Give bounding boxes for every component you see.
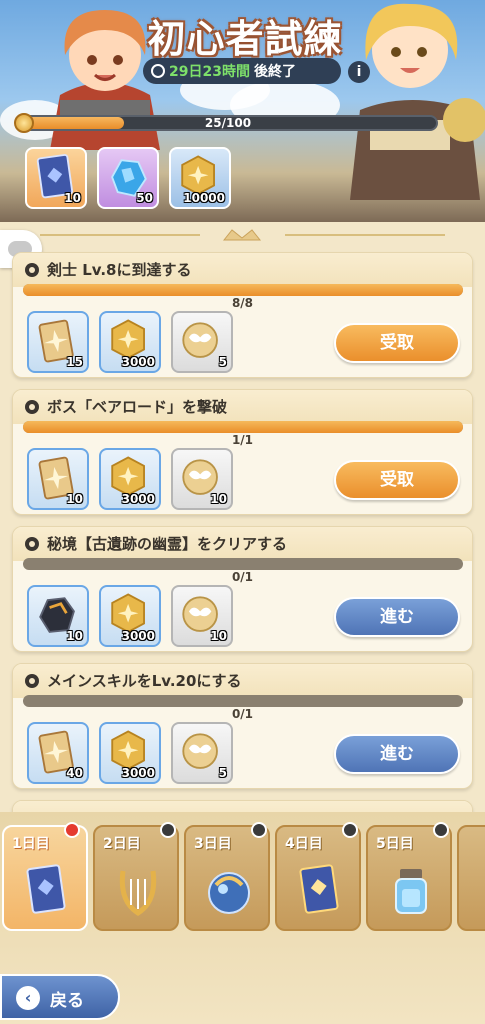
potion-icon — [395, 869, 427, 914]
reward-count: 40 — [66, 766, 83, 780]
quest-progress-bar — [23, 558, 463, 570]
go-button[interactable]: 進む — [334, 734, 460, 774]
card-icon — [26, 864, 66, 914]
lyre-icon — [119, 870, 157, 916]
event-title: 初心者試練 — [147, 16, 343, 61]
tab-day-5[interactable]: 5日目 — [366, 825, 452, 931]
tab-day-next[interactable] — [457, 825, 485, 931]
section-divider — [0, 222, 485, 248]
quest-progress-text: 8/8 — [231, 296, 254, 310]
reward-count: 10000 — [183, 191, 225, 205]
quest-header: 剣士 Lv.8に到達する — [13, 253, 472, 287]
quest-progress-text: 1/1 — [231, 433, 254, 447]
quest-header: メインスキルをLv.20にする — [13, 664, 472, 698]
quest-card: メインスキルをLv.20にする 0/1 40 3000 5 進む — [12, 663, 473, 789]
claim-button[interactable]: 受取 — [334, 460, 460, 500]
reward-count: 10 — [64, 191, 81, 205]
quest-title: ボス「ベアロード」を撃破 — [47, 398, 228, 416]
info-icon[interactable]: i — [348, 61, 370, 83]
reward-count: 5 — [218, 766, 227, 780]
quest-reward[interactable]: 10 — [171, 585, 233, 647]
quest-title: 秘境【古遺跡の幽霊】をクリアする — [47, 535, 288, 553]
quest-card: ボス「ベアロード」を撃破 1/1 10 3000 10 受取 — [12, 389, 473, 515]
back-arrow-icon: ‹ — [16, 986, 40, 1010]
lock-icon — [160, 822, 176, 838]
quest-reward[interactable]: 3000 — [99, 585, 161, 647]
orb-icon — [208, 872, 250, 914]
notification-badge — [64, 822, 80, 838]
reward-count: 10 — [210, 492, 227, 506]
tab-label: 3日目 — [194, 836, 232, 852]
quest-header: 秘境【古遺跡の幽霊】をクリアする — [13, 527, 472, 561]
event-timer: 29日23時間 後終了 — [143, 58, 341, 84]
top-reward-coin[interactable]: 10000 — [169, 147, 231, 209]
quest-reward[interactable]: 10 — [171, 448, 233, 510]
tab-label: 4日目 — [285, 836, 323, 852]
reward-count: 10 — [66, 629, 83, 643]
quest-progress-bar — [23, 695, 463, 707]
quest-header: ボス「ベアロード」を撃破 — [13, 390, 472, 424]
quest-reward[interactable]: 40 — [27, 722, 89, 784]
quest-reward[interactable]: 15 — [27, 311, 89, 373]
tab-label: 2日目 — [103, 836, 141, 852]
quest-reward[interactable]: 10 — [27, 448, 89, 510]
clock-icon — [151, 64, 165, 78]
reward-count: 3000 — [121, 629, 155, 643]
quest-card: 剣士 Lv.8に到達する 8/8 15 3000 5 受取 — [12, 252, 473, 378]
tab-day-4[interactable]: 4日目 — [275, 825, 361, 931]
quest-type-icon — [25, 400, 39, 414]
top-reward-card[interactable]: 10 — [25, 147, 87, 209]
quest-reward[interactable]: 10 — [27, 585, 89, 647]
tab-day-3[interactable]: 3日目 — [184, 825, 270, 931]
tab-label: 5日目 — [376, 836, 414, 852]
go-button[interactable]: 進む — [334, 597, 460, 637]
reward-count: 10 — [66, 492, 83, 506]
quest-type-icon — [25, 537, 39, 551]
reward-count: 15 — [66, 355, 83, 369]
event-progress-bar: 25/100 — [14, 113, 438, 133]
event-progress-text: 25/100 — [204, 116, 252, 130]
timer-remaining: 29日23時間 — [169, 64, 250, 80]
quest-type-icon — [25, 674, 39, 688]
reward-count: 3000 — [121, 355, 155, 369]
lock-icon — [251, 822, 267, 838]
quest-type-icon — [25, 263, 39, 277]
lock-icon — [433, 822, 449, 838]
timer-suffix: 後終了 — [253, 64, 296, 80]
quest-reward[interactable]: 3000 — [99, 448, 161, 510]
tab-day-1[interactable]: 1日目 — [2, 825, 88, 931]
back-label: 戻る — [50, 991, 84, 1011]
quest-card: 秘境【古遺跡の幽霊】をクリアする 0/1 10 3000 10 進む — [12, 526, 473, 652]
tab-label: 1日目 — [12, 836, 50, 852]
quest-progress-bar — [23, 421, 463, 433]
crest-ornament-icon — [222, 229, 262, 241]
reward-count: 5 — [218, 355, 227, 369]
quest-progress-bar — [23, 284, 463, 296]
reward-count: 3000 — [121, 766, 155, 780]
claim-button[interactable]: 受取 — [334, 323, 460, 363]
top-reward-crystal[interactable]: 50 — [97, 147, 159, 209]
quest-reward[interactable]: 5 — [171, 311, 233, 373]
event-banner: 初心者試練 29日23時間 後終了 i 25/100 10 50 10000 — [0, 0, 485, 222]
quest-reward[interactable]: 3000 — [99, 722, 161, 784]
quest-reward[interactable]: 3000 — [99, 311, 161, 373]
card-icon — [299, 864, 339, 914]
quest-progress-text: 0/1 — [231, 570, 254, 584]
reward-count: 3000 — [121, 492, 155, 506]
reward-count: 10 — [210, 629, 227, 643]
quest-reward[interactable]: 5 — [171, 722, 233, 784]
lock-icon — [342, 822, 358, 838]
back-button[interactable]: ‹ 戻る — [0, 974, 120, 1020]
tab-day-2[interactable]: 2日目 — [93, 825, 179, 931]
quest-progress-text: 0/1 — [231, 707, 254, 721]
quest-title: 剣士 Lv.8に到達する — [47, 261, 192, 279]
quest-title: メインスキルをLv.20にする — [47, 672, 242, 690]
reward-count: 50 — [136, 191, 153, 205]
